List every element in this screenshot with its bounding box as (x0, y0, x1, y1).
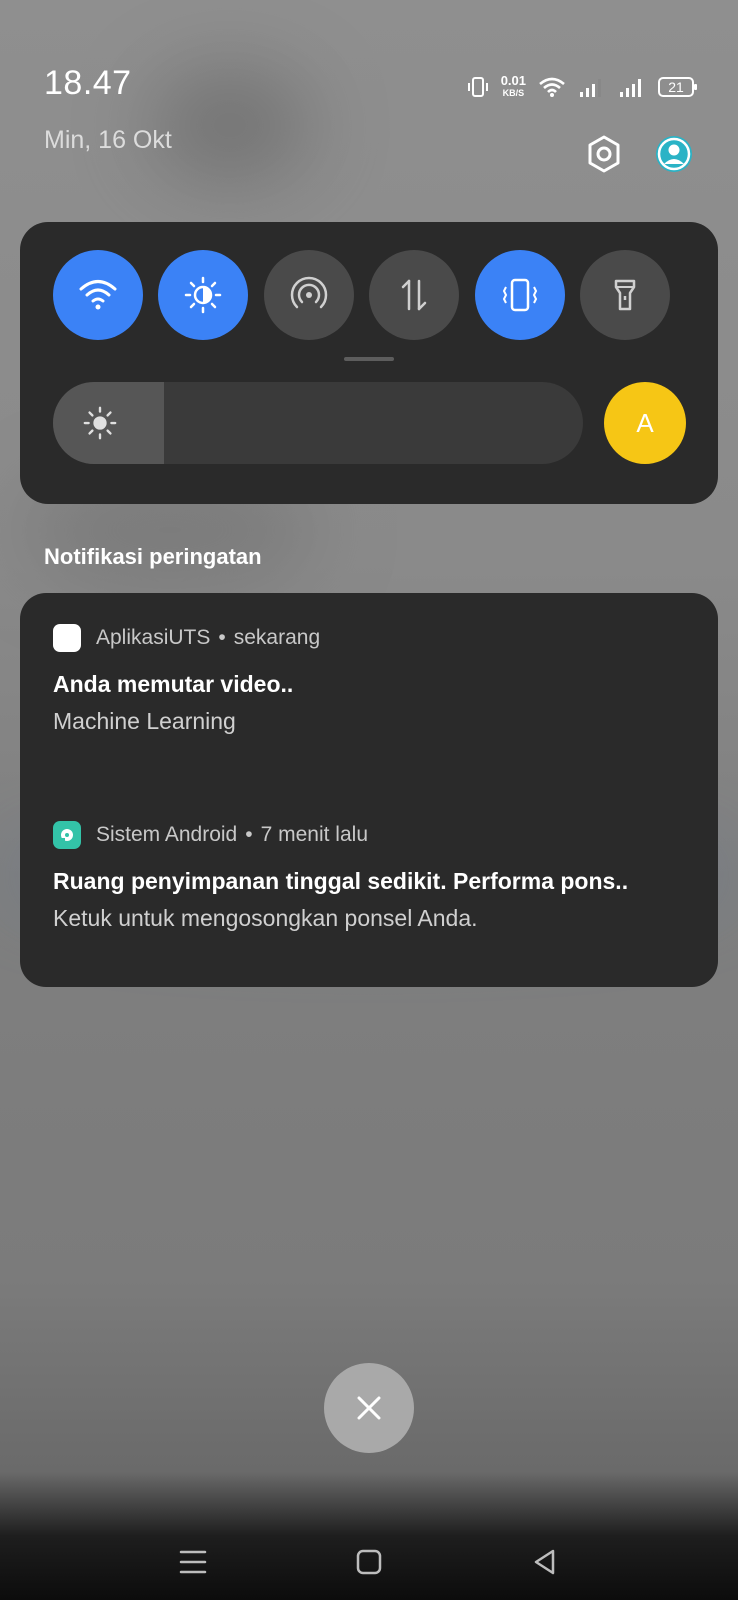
brightness-mode-tile[interactable] (158, 250, 248, 340)
menu-icon (179, 1550, 207, 1574)
mobile-data-icon (401, 279, 427, 311)
notification-text: Ketuk untuk mengosongkan ponsel Anda. (53, 905, 478, 931)
navigation-bar (0, 1530, 738, 1600)
hotspot-tile[interactable] (264, 250, 354, 340)
battery-icon: 21 (658, 76, 698, 98)
brightness-slider[interactable] (53, 382, 583, 464)
clear-notifications-button[interactable] (324, 1363, 414, 1453)
account-icon[interactable] (654, 134, 694, 174)
vibrate-icon (467, 75, 489, 99)
gear-icon[interactable] (584, 134, 624, 174)
separator-dot: • (245, 823, 253, 846)
vibrate-icon (502, 278, 538, 312)
android-system-icon (53, 821, 81, 849)
panel-drag-handle[interactable] (344, 357, 394, 361)
wifi-tile[interactable] (53, 250, 143, 340)
section-title: Notifikasi peringatan (44, 544, 262, 569)
notification-card: AplikasiUTS • sekarang Anda memutar vide… (20, 593, 718, 987)
brightness-mode-icon (184, 276, 222, 314)
auto-brightness-button[interactable]: A (604, 382, 686, 464)
signal-icon (618, 76, 646, 98)
network-speed-unit: KB/S (502, 88, 525, 98)
close-icon (357, 1396, 381, 1420)
notification-title: Anda memutar video.. (53, 671, 294, 697)
back-icon (534, 1549, 555, 1575)
network-speed: 0.01 KB/S (500, 73, 526, 99)
quick-settings-panel: A (20, 222, 718, 504)
notification-time: sekarang (233, 626, 321, 649)
recents-button[interactable] (173, 1542, 213, 1582)
status-bar: 0.01 KB/S 21 (467, 70, 698, 104)
back-button[interactable] (525, 1542, 565, 1582)
vibrate-tile[interactable] (475, 250, 565, 340)
network-speed-value: 0.01 (500, 73, 526, 88)
home-button[interactable] (349, 1542, 389, 1582)
battery-level: 21 (668, 79, 684, 95)
notification-app-name: AplikasiUTS (96, 626, 211, 649)
mobile-data-tile[interactable] (369, 250, 459, 340)
notification-time: 7 menit lalu (260, 823, 368, 846)
brightness-icon (83, 406, 117, 440)
hotspot-icon (290, 276, 328, 309)
notification-app-name: Sistem Android (96, 823, 238, 846)
notification-text: Machine Learning (53, 708, 236, 734)
date[interactable]: Min, 16 Okt (44, 126, 172, 155)
flashlight-tile[interactable] (580, 250, 670, 340)
notification-title: Ruang penyimpanan tinggal sedikit. Perfo… (53, 868, 629, 894)
app-icon (53, 624, 81, 652)
signal-icon (578, 76, 606, 98)
clock[interactable]: 18.47 (44, 64, 132, 103)
notification-item[interactable]: Sistem Android • 7 menit lalu Ruang peny… (53, 820, 628, 932)
notification-item[interactable]: AplikasiUTS • sekarang Anda memutar vide… (53, 623, 320, 735)
flashlight-icon (614, 279, 636, 311)
wifi-icon (538, 76, 566, 98)
home-icon (356, 1549, 382, 1575)
separator-dot: • (218, 626, 226, 649)
wifi-icon (79, 280, 117, 310)
